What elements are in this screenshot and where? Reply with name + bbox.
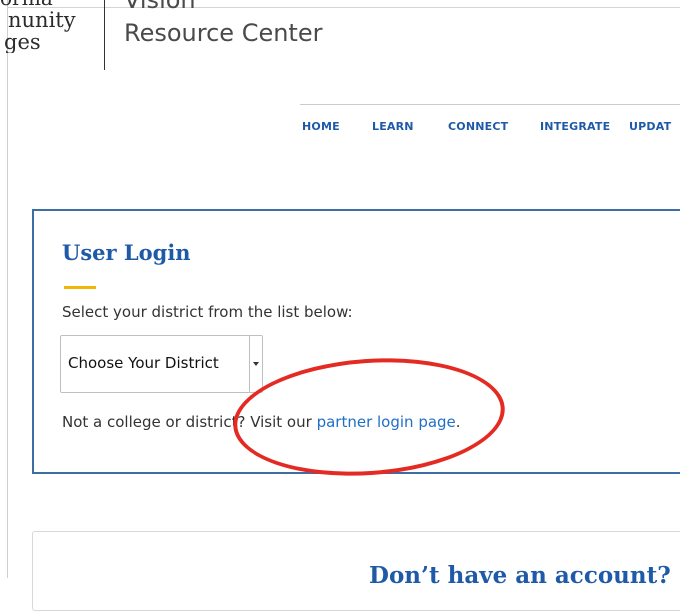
title-accent-bar	[64, 286, 96, 289]
nav-item-integrate[interactable]: INTEGRATE	[540, 120, 610, 133]
logo-divider	[104, 0, 105, 70]
nav-item-learn[interactable]: LEARN	[372, 120, 414, 133]
district-select-value: Choose Your District	[68, 354, 219, 372]
district-select[interactable]: Choose Your District	[60, 335, 263, 393]
nav-item-connect[interactable]: CONNECT	[448, 120, 508, 133]
nav-item-updates[interactable]: UPDAT	[629, 120, 671, 133]
college-logo[interactable]: ornia nunity ges	[0, 0, 100, 53]
district-select-label: Select your district from the list below…	[62, 303, 353, 321]
site-title[interactable]: Vision Resource Center	[124, 0, 322, 48]
create-account-card: Don’t have an account?	[32, 531, 680, 611]
login-title: User Login	[62, 240, 191, 265]
page-top-border	[8, 7, 680, 8]
site-title-line-1: Vision	[124, 0, 196, 14]
logo-text-line-3: ges	[4, 30, 41, 53]
nav-item-home[interactable]: HOME	[302, 120, 340, 133]
logo-text-line-2: nunity	[8, 8, 76, 32]
signup-title: Don’t have an account?	[369, 562, 671, 589]
chevron-down-icon	[253, 362, 259, 366]
select-arrow-area[interactable]	[249, 336, 262, 392]
nav-divider	[300, 104, 680, 105]
site-title-line-2: Resource Center	[124, 19, 323, 47]
page-left-border	[7, 0, 8, 578]
main-nav: HOME LEARN CONNECT INTEGRATE UPDAT	[0, 120, 680, 140]
